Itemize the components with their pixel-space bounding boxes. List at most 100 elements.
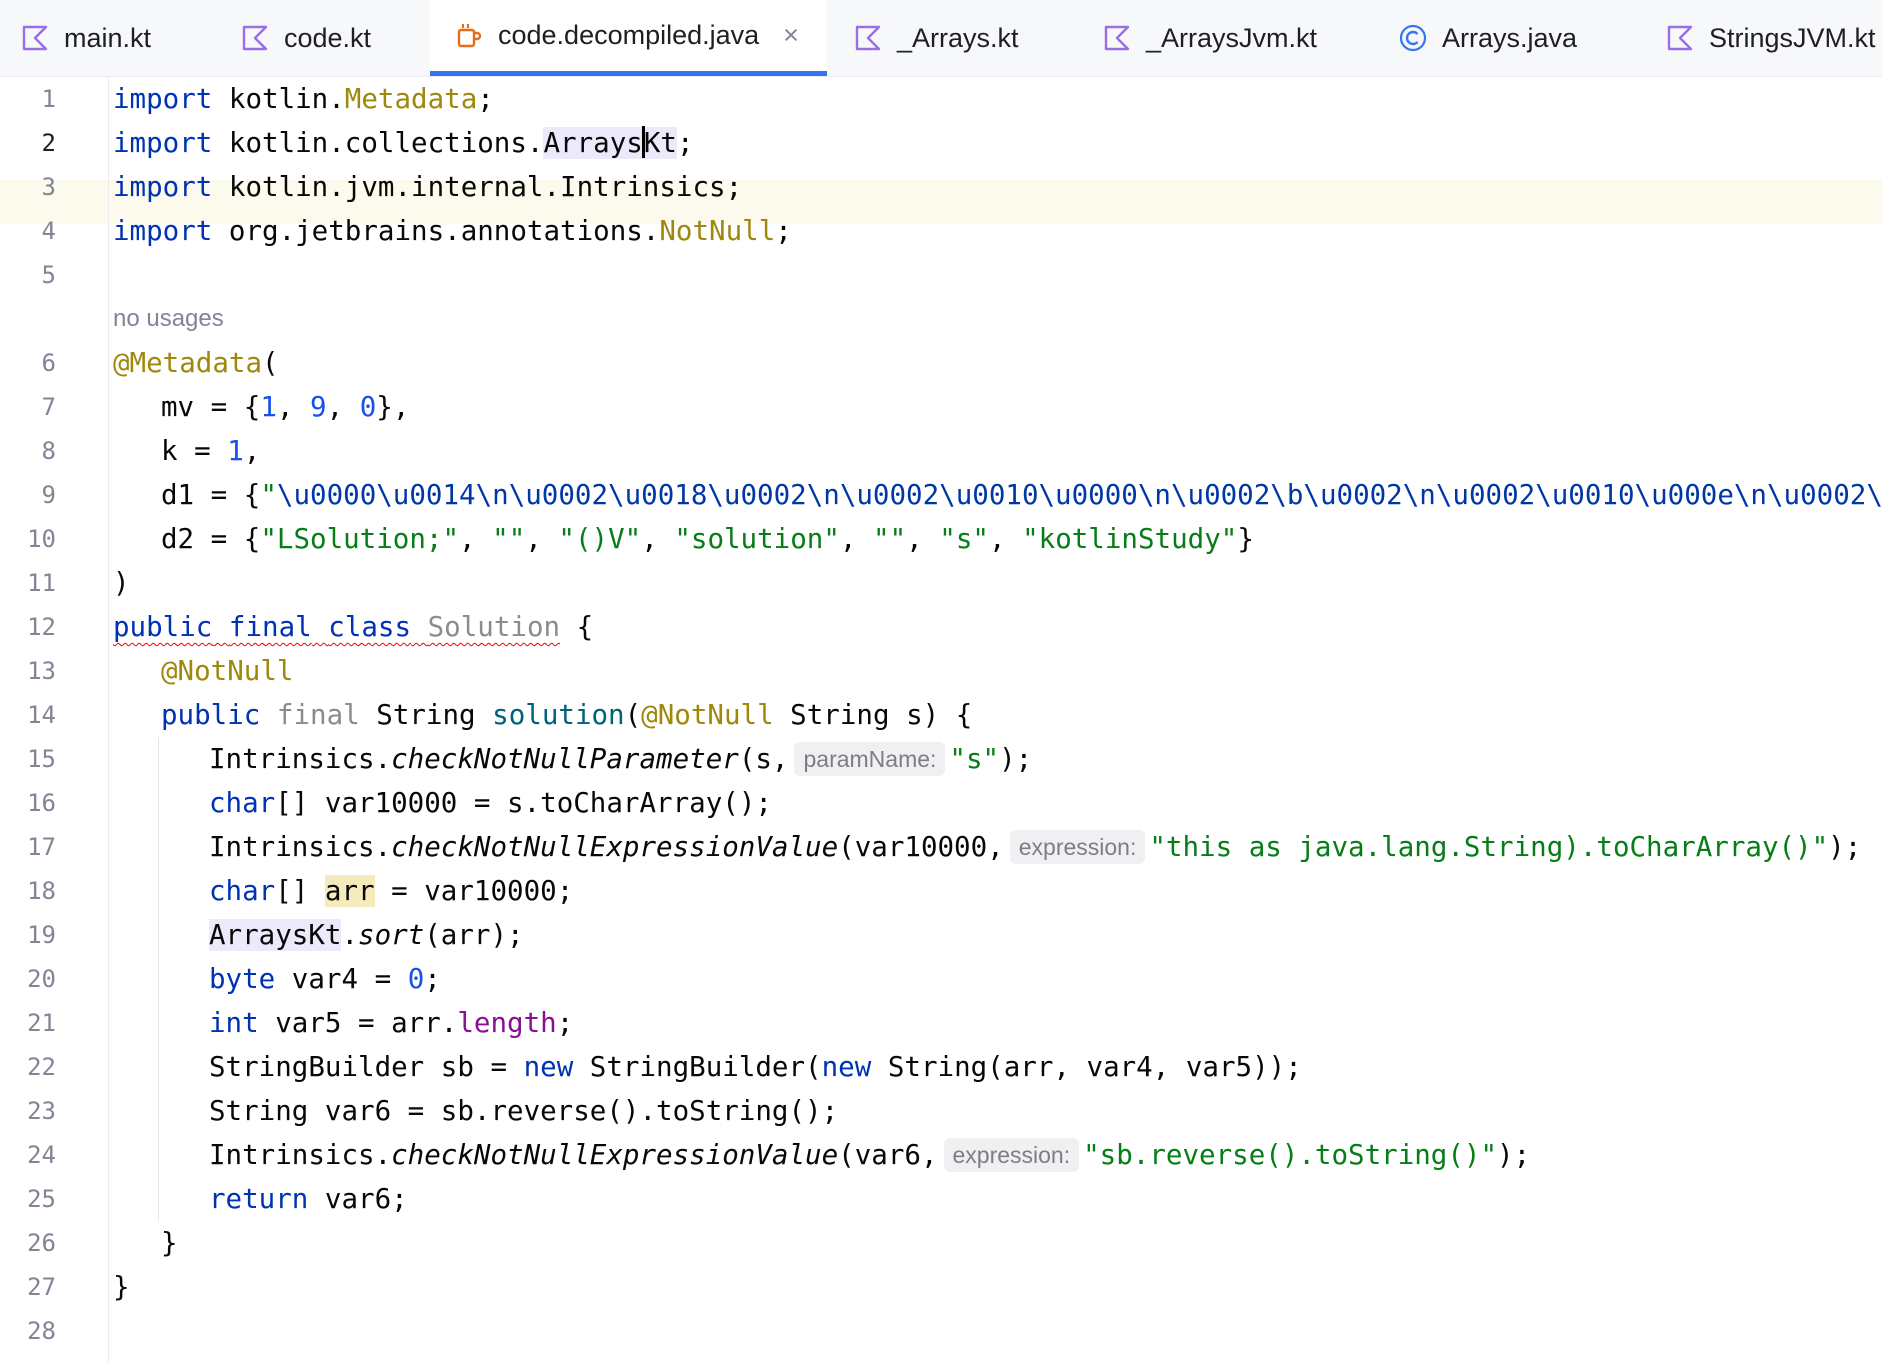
code-token: ; xyxy=(556,1007,574,1039)
string-literal: "this as java.lang.String).toCharArray()… xyxy=(1149,831,1829,863)
code-token: Arrays xyxy=(543,127,643,159)
code-token: = var10000; xyxy=(374,875,574,907)
code-token: ) xyxy=(113,567,130,599)
code-token: k = xyxy=(161,435,228,467)
tab-main-kt[interactable]: main.kt xyxy=(0,0,220,76)
close-tab-icon[interactable]: × xyxy=(783,20,799,51)
code-line[interactable]: char[] arr = var10000; xyxy=(113,869,1882,913)
code-text-area[interactable]: import kotlin.Metadata; import kotlin.co… xyxy=(0,77,1882,1363)
code-line[interactable]: public final class Solution { xyxy=(113,605,1882,649)
editor-tab-bar: main.kt code.kt code.decompiled.java × _… xyxy=(0,0,1882,77)
code-token: , xyxy=(641,523,675,555)
code-line[interactable]: d2 = {"LSolution;", "", "()V", "solution… xyxy=(113,517,1882,561)
code-line[interactable]: mv = {1, 9, 0}, xyxy=(113,385,1882,429)
code-token: ; xyxy=(477,83,494,115)
code-line[interactable]: Intrinsics.checkNotNullExpressionValue(v… xyxy=(113,1133,1882,1177)
code-line[interactable]: @NotNull xyxy=(113,649,1882,693)
keyword: return xyxy=(209,1183,309,1215)
tab-arrays-kt[interactable]: _Arrays.kt xyxy=(827,0,1067,76)
string-literal: "kotlinStudy" xyxy=(1022,523,1238,555)
annotation: @NotNull xyxy=(641,699,774,731)
tab-arraysjvm-kt[interactable]: _ArraysJvm.kt xyxy=(1082,0,1372,76)
code-token: . xyxy=(341,919,359,951)
code-token: ); xyxy=(1497,1139,1531,1171)
tab-code-kt[interactable]: code.kt xyxy=(220,0,430,76)
code-line[interactable]: public final String solution(@NotNull St… xyxy=(113,693,1882,737)
code-token: d1 = { xyxy=(161,479,261,511)
code-editor[interactable]: 1 2 3 4 5 6 7 8 9 10 11 12 13 14 15 16 1… xyxy=(0,77,1882,1363)
kotlin-file-icon xyxy=(853,23,883,53)
java-class-icon xyxy=(1398,23,1428,53)
keyword: import xyxy=(113,127,213,159)
code-token: kotlin. xyxy=(212,83,345,115)
code-token: String xyxy=(359,699,493,731)
code-line[interactable]: import kotlin.jvm.internal.Intrinsics; xyxy=(113,165,1882,209)
tab-label: _Arrays.kt xyxy=(897,22,1019,53)
code-token: String(arr, var4, var5)); xyxy=(871,1051,1302,1083)
code-line[interactable]: Intrinsics.checkNotNullParameter(s, param… xyxy=(113,737,1882,781)
code-token: String var6 = sb.reverse().toString(); xyxy=(209,1095,839,1127)
code-token: [] xyxy=(275,875,325,907)
tab-label: _ArraysJvm.kt xyxy=(1146,22,1318,53)
tab-code-decompiled-java[interactable]: code.decompiled.java × xyxy=(430,0,827,76)
code-line[interactable]: char[] var10000 = s.toCharArray(); xyxy=(113,781,1882,825)
string-literal: "solution" xyxy=(674,523,840,555)
code-line[interactable]: return var6; xyxy=(113,1177,1882,1221)
code-token: , xyxy=(243,435,261,467)
keyword: public xyxy=(113,611,213,643)
code-line[interactable]: d1 = {"\u0000\u0014\n\u0002\u0018\u0002\… xyxy=(113,473,1882,517)
code-token: org.jetbrains.annotations. xyxy=(212,215,660,247)
code-line[interactable]: ) xyxy=(113,561,1882,605)
number-literal: 0 xyxy=(359,391,377,423)
annotation: @Metadata xyxy=(113,347,263,379)
annotation-ref: Metadata xyxy=(344,83,478,115)
parameter-name-hint: expression: xyxy=(943,1138,1080,1172)
error-highlight: public final class Solution xyxy=(113,611,560,643)
code-line[interactable]: @Metadata( xyxy=(113,341,1882,385)
code-token: var4 = xyxy=(275,963,408,995)
code-line-current[interactable]: import kotlin.collections.ArraysKt; xyxy=(113,121,1882,165)
number-literal: 1 xyxy=(260,391,277,423)
number-literal: 1 xyxy=(227,435,244,467)
string-literal: "sb.reverse().toString()" xyxy=(1083,1139,1498,1171)
code-line[interactable]: String var6 = sb.reverse().toString(); xyxy=(113,1089,1882,1133)
code-line[interactable]: Intrinsics.checkNotNullExpressionValue(v… xyxy=(113,825,1882,869)
code-line[interactable]: byte var4 = 0; xyxy=(113,957,1882,1001)
tab-stringsjvm-kt[interactable]: StringsJVM.kt xyxy=(1645,0,1882,76)
code-token: ; xyxy=(424,963,441,995)
code-token: } xyxy=(113,1271,130,1303)
string-literal: "" xyxy=(492,523,526,555)
tab-label: main.kt xyxy=(64,22,152,53)
code-token: mv = { xyxy=(161,391,261,423)
number-literal: 0 xyxy=(407,963,425,995)
keyword: new xyxy=(821,1051,872,1083)
code-line[interactable]: ArraysKt.sort(arr); xyxy=(113,913,1882,957)
code-token: (var6, xyxy=(838,1139,938,1171)
code-line[interactable]: import org.jetbrains.annotations.NotNull… xyxy=(113,209,1882,253)
highlighted-variable: arr xyxy=(324,875,375,907)
keyword: char xyxy=(209,787,276,819)
highlighted-reference: ArraysKt xyxy=(543,126,677,159)
tab-arrays-java[interactable]: Arrays.java xyxy=(1380,0,1650,76)
string-literal: "()V" xyxy=(558,523,642,555)
annotation-ref: NotNull xyxy=(659,215,776,247)
kotlin-file-icon xyxy=(240,23,270,53)
code-line[interactable]: int var5 = arr.length; xyxy=(113,1001,1882,1045)
usages-hint[interactable]: no usages xyxy=(113,297,1882,341)
parameter-name-hint: expression: xyxy=(1009,830,1146,864)
keyword: int xyxy=(209,1007,259,1039)
code-line[interactable]: } xyxy=(113,1221,1882,1265)
code-token: String s) { xyxy=(773,699,973,731)
keyword: public xyxy=(161,699,261,731)
code-line[interactable]: } xyxy=(113,1265,1882,1309)
code-token: ); xyxy=(1828,831,1862,863)
kotlin-file-icon xyxy=(20,23,50,53)
code-line[interactable]: k = 1, xyxy=(113,429,1882,473)
string-literal: "s" xyxy=(949,743,1000,775)
code-line[interactable]: StringBuilder sb = new StringBuilder(new… xyxy=(113,1045,1882,1089)
code-line[interactable]: import kotlin.Metadata; xyxy=(113,77,1882,121)
tab-label: code.kt xyxy=(284,22,372,53)
kotlin-file-icon xyxy=(1665,23,1695,53)
keyword: final xyxy=(228,611,312,643)
